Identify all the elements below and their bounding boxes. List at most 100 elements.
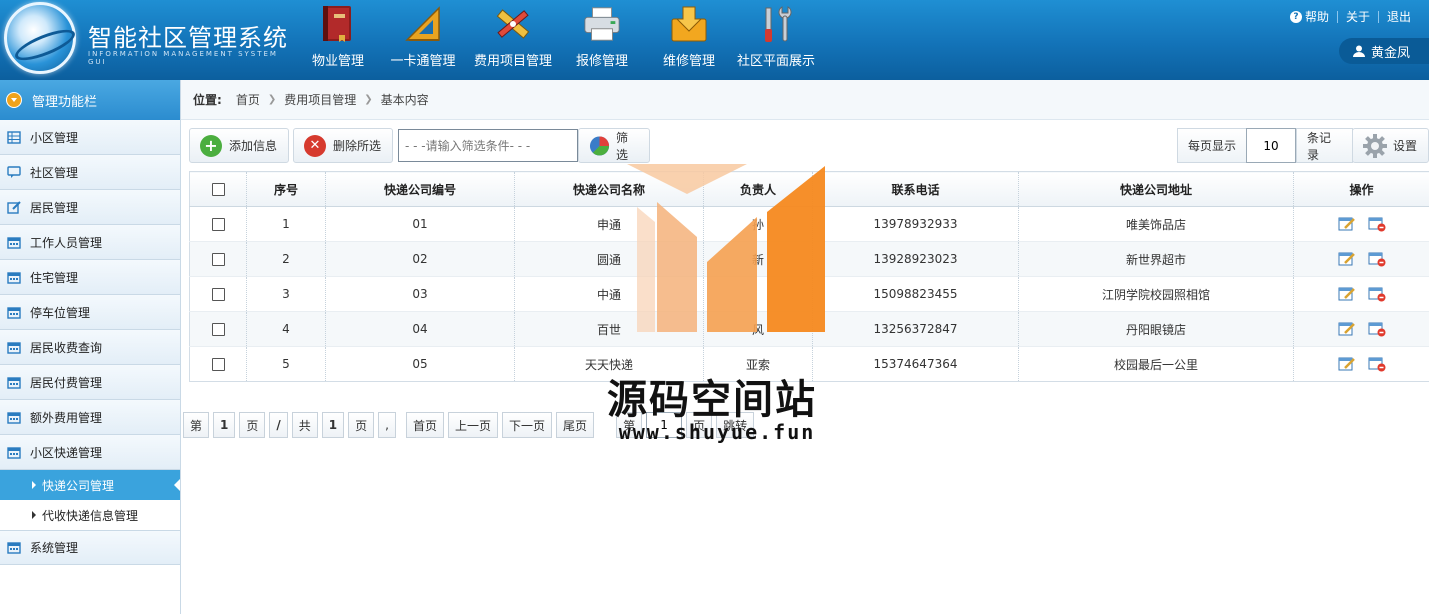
- sidebar-subitem-parcel-collection[interactable]: 代收快递信息管理: [0, 500, 180, 530]
- delete-icon[interactable]: [1368, 286, 1386, 302]
- cell-phone: 13928923023: [812, 241, 1019, 277]
- column-header[interactable]: 快递公司编号: [325, 171, 515, 207]
- delete-selected-button[interactable]: ✕ 删除所选: [293, 128, 393, 163]
- sidebar-item-staff[interactable]: 工作人员管理: [0, 225, 180, 260]
- edit-icon[interactable]: [1338, 251, 1356, 267]
- sidebar-item-fee-query[interactable]: 居民收费查询: [0, 330, 180, 365]
- edit-icon[interactable]: [1338, 321, 1356, 337]
- delete-icon[interactable]: [1368, 356, 1386, 372]
- last-page-button[interactable]: 尾页: [556, 412, 595, 438]
- cell-manager: 新: [703, 241, 813, 277]
- help-label: 帮助: [1304, 10, 1329, 24]
- sidebar-item-residents[interactable]: 居民管理: [0, 190, 180, 225]
- sidebar-subitem-courier-companies[interactable]: 快递公司管理: [0, 470, 180, 500]
- delete-icon[interactable]: [1368, 321, 1386, 337]
- filter-input[interactable]: [398, 129, 578, 162]
- add-button[interactable]: + 添加信息: [189, 128, 289, 163]
- nav-label: 社区平面展示: [736, 54, 815, 69]
- table-row[interactable]: 2 02 圆通新 13928923023 新世界超市: [189, 241, 1429, 277]
- calendar-icon: [7, 446, 21, 459]
- prev-page-button[interactable]: 上一页: [448, 412, 499, 438]
- column-header[interactable]: 序号: [246, 171, 326, 207]
- sidebar-item-extra-fees[interactable]: 额外费用管理: [0, 400, 180, 435]
- delete-icon[interactable]: [1368, 251, 1386, 267]
- sidebar-header[interactable]: 管理功能栏: [0, 80, 180, 120]
- next-page-button[interactable]: 下一页: [502, 412, 553, 438]
- select-all-checkbox[interactable]: [211, 183, 225, 196]
- row-checkbox[interactable]: [211, 288, 225, 301]
- records-label: 条记录: [1296, 128, 1353, 163]
- row-select-cell: [189, 206, 247, 242]
- nav-fee-items[interactable]: 费用项目管理: [468, 0, 558, 80]
- row-checkbox[interactable]: [211, 218, 225, 231]
- app-header: 智能社区管理系统 INFORMATION MANAGEMENT SYSTEM G…: [0, 0, 1429, 80]
- pager-text: 页: [348, 412, 375, 438]
- edit-icon[interactable]: [1338, 286, 1356, 302]
- cell-phone: 13978932933: [812, 206, 1019, 242]
- sidebar-item-courier[interactable]: 小区快递管理: [0, 435, 180, 470]
- top-navigation: 物业管理 一卡通管理 费用项目管理 报修管理 维修管理 社区平面展示: [298, 0, 820, 80]
- user-badge[interactable]: 黄金凤: [1339, 38, 1429, 64]
- row-checkbox[interactable]: [211, 253, 225, 266]
- help-link[interactable]: ? 帮助: [1282, 8, 1337, 25]
- column-header[interactable]: 负责人: [703, 171, 813, 207]
- app-title: 智能社区管理系统: [88, 24, 288, 52]
- nav-card[interactable]: 一卡通管理: [378, 0, 468, 80]
- current-page: 1: [213, 412, 236, 438]
- user-name: 黄金凤: [1371, 45, 1411, 61]
- nav-maintenance[interactable]: 维修管理: [646, 0, 732, 80]
- row-checkbox[interactable]: [211, 323, 225, 336]
- calendar-icon: [7, 236, 21, 249]
- row-select-cell: [189, 276, 247, 312]
- sidebar-item-parking[interactable]: 停车位管理: [0, 295, 180, 330]
- nav-repair-report[interactable]: 报修管理: [558, 0, 646, 80]
- sidebar-item-system[interactable]: 系统管理: [0, 530, 180, 565]
- nav-community-map[interactable]: 社区平面展示: [732, 0, 820, 80]
- column-header[interactable]: 快递公司地址: [1018, 171, 1294, 207]
- logout-link[interactable]: 退出: [1379, 8, 1419, 25]
- grid-icon: [7, 130, 21, 144]
- edit-icon[interactable]: [1338, 356, 1356, 372]
- row-actions: [1293, 241, 1429, 277]
- breadcrumb-home[interactable]: 首页: [236, 91, 260, 108]
- sidebar-item-payments[interactable]: 居民付费管理: [0, 365, 180, 400]
- sidebar-item-label: 居民付费管理: [30, 375, 103, 390]
- cell-no: 1: [246, 206, 326, 242]
- jump-button[interactable]: 跳转: [716, 412, 755, 438]
- sidebar-item-community[interactable]: 小区管理: [0, 120, 180, 155]
- column-header: 操作: [1293, 171, 1429, 207]
- cell-name: 圆通: [514, 241, 704, 277]
- sidebar-menu: 小区管理 社区管理 居民管理 工作人员管理 住宅管理 停车位管理 居民收费查询居民付费管理额…: [0, 120, 180, 565]
- table-row[interactable]: 3 03 中通 15098823455 江阴学院校园照相馆: [189, 276, 1429, 312]
- ruler-triangle-icon: [403, 4, 443, 44]
- edit-icon[interactable]: [1338, 216, 1356, 232]
- filter-label: 筛选: [616, 130, 629, 162]
- table-row[interactable]: 1 01 申通孙 13978932933 唯美饰品店: [189, 206, 1429, 242]
- sidebar-item-label: 额外费用管理: [30, 410, 103, 425]
- pagination: 第 1 页 / 共 1 页 , 首页 上一页 下一页 尾页 第 页 跳转: [183, 412, 758, 438]
- page-size-input[interactable]: [1246, 128, 1296, 163]
- sidebar-item-neighborhood[interactable]: 社区管理: [0, 155, 180, 190]
- table-row[interactable]: 5 05 天天快递 亚索 15374647364 校园最后一公里: [189, 346, 1429, 382]
- help-icon: ?: [1289, 10, 1302, 23]
- row-checkbox[interactable]: [211, 358, 225, 371]
- chat-icon: [7, 165, 21, 178]
- nav-property[interactable]: 物业管理: [298, 0, 378, 80]
- filter-button[interactable]: 筛选: [578, 128, 650, 163]
- settings-button[interactable]: 设置: [1352, 128, 1429, 163]
- sidebar-subitem-label: 快递公司管理: [42, 478, 115, 493]
- table-row[interactable]: 4 04 百世风 13256372847 丹阳眼镜店: [189, 311, 1429, 347]
- sidebar-item-label: 小区快递管理: [30, 445, 103, 460]
- breadcrumb-fee-items[interactable]: 费用项目管理: [284, 91, 356, 108]
- cell-code: 05: [325, 346, 515, 382]
- delete-icon[interactable]: [1368, 216, 1386, 232]
- column-header[interactable]: 联系电话: [812, 171, 1019, 207]
- cell-code: 02: [325, 241, 515, 277]
- about-link[interactable]: 关于: [1338, 8, 1378, 25]
- jump-page-input[interactable]: [646, 412, 683, 438]
- column-header[interactable]: 快递公司名称: [514, 171, 704, 207]
- breadcrumb: 位置: 首页 ❯ 费用项目管理 ❯ 基本内容: [181, 80, 1429, 120]
- first-page-button[interactable]: 首页: [406, 412, 445, 438]
- row-actions: [1293, 311, 1429, 347]
- sidebar-item-housing[interactable]: 住宅管理: [0, 260, 180, 295]
